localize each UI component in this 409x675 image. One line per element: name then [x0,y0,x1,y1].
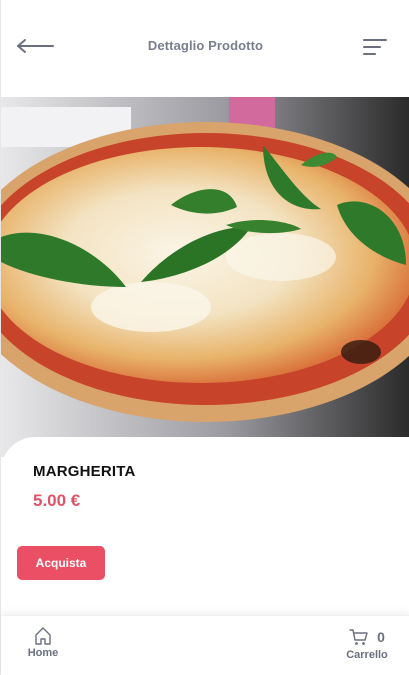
nav-cart[interactable]: 0 Carrello [339,626,395,668]
product-image [1,97,409,457]
product-info-card: MARGHERITA 5.00 € Acquista [1,437,409,617]
menu-icon [363,39,387,55]
home-icon [35,627,51,645]
nav-cart-label: Carrello [346,649,388,661]
bottom-nav: Home 0 Carrello [1,615,409,675]
nav-home[interactable]: Home [23,626,63,668]
buy-button[interactable]: Acquista [17,546,105,580]
menu-button[interactable] [361,36,389,58]
header: Dettaglio Prodotto [1,0,409,97]
cart-count-badge: 0 [377,629,385,645]
product-price: 5.00 € [33,491,81,510]
pizza-photo [1,97,409,457]
nav-home-label: Home [27,647,59,659]
page-title: Dettaglio Prodotto [147,38,264,53]
cart-icon [349,629,368,645]
product-name: MARGHERITA [33,463,136,480]
app-frame: Dettaglio Prodotto MARGHERITA 5.00 € Acq… [0,0,409,675]
